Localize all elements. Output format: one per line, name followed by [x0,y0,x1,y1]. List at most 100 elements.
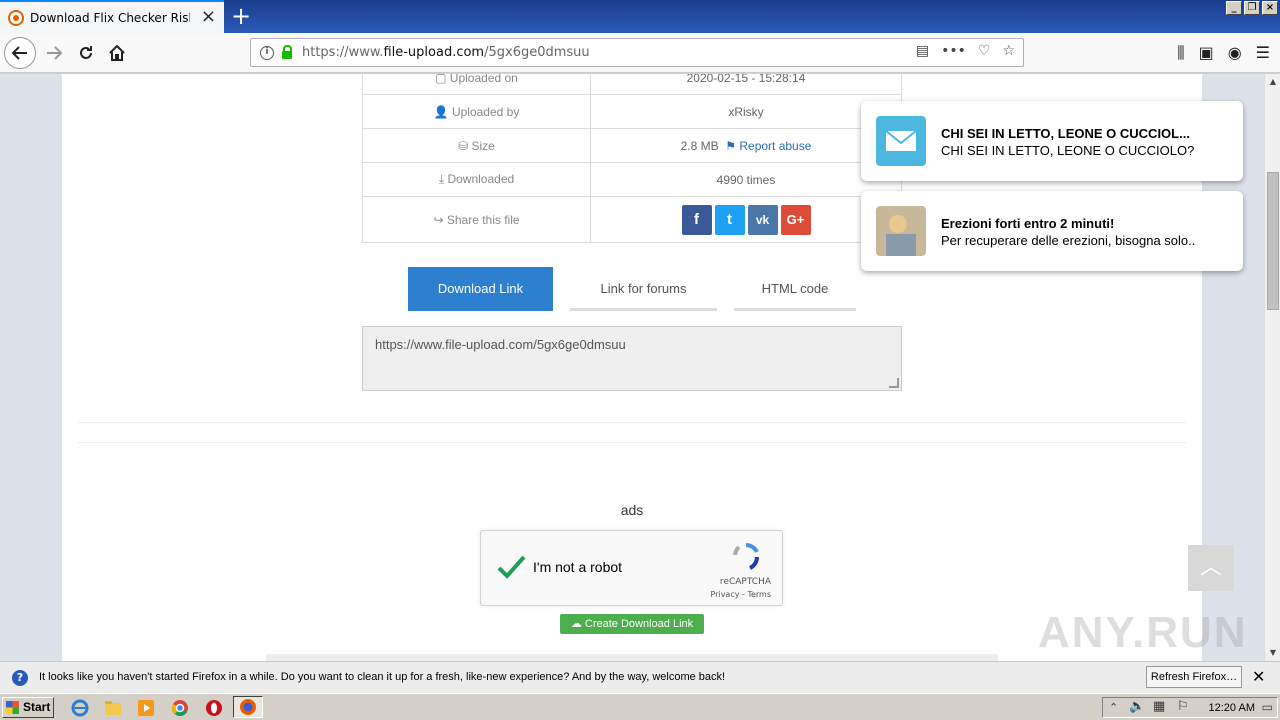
tab-bar: Download Flix Checker Risky rar × + _ ❐ … [0,0,1280,33]
captcha-terms-link[interactable]: Privacy - Terms [711,590,772,599]
report-abuse-link[interactable]: ⚑ Report abuse [725,139,811,153]
forward-button[interactable] [38,37,70,69]
create-download-link-button[interactable]: ☁ Create Download Link [560,614,704,634]
size-value-cell: 2.8 MB ⚑ Report abuse [590,128,902,163]
url-domain: file-upload.com [383,45,485,60]
facebook-share-button[interactable]: f [681,204,712,235]
restore-button[interactable]: ❐ [1244,1,1260,15]
gplus-share-button[interactable]: G+ [780,204,811,235]
uploaded-by-label: 👤 Uploaded by [362,94,591,129]
size-label: ⛁ Size [362,128,591,163]
recaptcha-widget: I'm not a robot reCAPTCHA Privacy - Term… [480,530,783,606]
tab-close-icon[interactable]: × [201,8,216,26]
page-scrollbar[interactable]: ▲ ▼ [1264,74,1280,661]
calendar-icon: ▢ [435,74,450,85]
cloud-download-icon: ☁ [570,618,585,630]
scroll-up-arrow-icon[interactable]: ▲ [1265,74,1280,90]
notification-body: CHI SEI IN LETTO, LEONE O CUCCIOLO? [941,143,1195,158]
show-desktop-icon[interactable]: ▭ [1262,700,1273,714]
scroll-to-top-button[interactable]: ︿ [1188,545,1234,591]
create-download-link-text: Create Download Link [584,618,694,630]
link-textarea[interactable]: https://www.file-upload.com/5gx6ge0dmsuu [362,326,902,391]
chevron-up-icon: ︿ [1199,555,1222,580]
notification-title: Erezioni forti entro 2 minuti! [941,216,1115,231]
push-notification[interactable]: CHI SEI IN LETTO, LEONE O CUCCIOL... CHI… [861,101,1243,181]
chrome-icon[interactable] [170,698,190,718]
uploaded-by-label-text: Uploaded by [451,104,520,119]
clock: 12:20 AM [1208,701,1255,714]
share-icon: ↪ [433,212,447,227]
notification-body: Per recuperare delle erezioni, bisogna s… [941,233,1196,248]
downloaded-label-text: Downloaded [447,172,515,186]
envelope-icon [876,116,926,166]
start-button[interactable]: Start [2,697,54,718]
reader-view-icon[interactable]: ▤ [916,43,929,59]
table-row: ▢ Uploaded on 2020-02-15 - 15:28:14 [362,74,902,95]
downloaded-label: ⤓ Downloaded [362,162,591,197]
opera-icon[interactable] [204,698,224,718]
browser-tab[interactable]: Download Flix Checker Risky rar × [0,0,224,33]
bookmark-star-icon[interactable]: ☆ [1002,43,1015,59]
url-text[interactable]: https://www.file-upload.com/5gx6ge0dmsuu [302,45,590,60]
minimize-button[interactable]: _ [1226,1,1242,15]
hdd-icon: ⛁ [458,138,472,153]
notification-title: CHI SEI IN LETTO, LEONE O CUCCIOL... [941,126,1190,141]
url-actions: ▤ ••• ♡ ☆ [916,43,1015,59]
vk-share-button[interactable]: vk [747,204,778,235]
navigation-bar: i https://www.file-upload.com/5gx6ge0dms… [0,33,1280,73]
address-bar[interactable]: i https://www.file-upload.com/5gx6ge0dms… [250,38,1024,67]
pocket-icon[interactable]: ♡ [978,43,991,59]
question-icon: ? [12,670,28,686]
link-tabs: Download Link Link for forums HTML code [408,267,856,311]
link-textarea-text: https://www.file-upload.com/5gx6ge0dmsuu [375,337,626,352]
table-row: ⤓ Downloaded 4990 times [362,162,902,197]
captcha-brand: reCAPTCHA [719,577,771,587]
anyrun-watermark: ANY.RUN [1038,608,1248,657]
uploader-link[interactable]: xRisky [590,94,902,129]
url-scheme: https://www. [302,45,384,60]
folder-icon[interactable] [103,698,123,718]
size-label-text: Size [471,138,495,153]
scroll-down-arrow-icon[interactable]: ▼ [1265,645,1280,661]
media-player-icon[interactable] [136,698,156,718]
library-icon[interactable]: ⫼ [1177,43,1184,63]
scrollbar-thumb[interactable] [1267,172,1279,310]
new-tab-button[interactable]: + [229,3,253,29]
table-row: ⛁ Size 2.8 MB ⚑ Report abuse [362,128,902,163]
ie-icon[interactable] [70,698,90,718]
flag-icon: ⚑ [725,138,740,153]
tab-link-for-forums[interactable]: Link for forums [570,267,717,311]
tray-expand-icon[interactable]: ⌃ [1109,701,1118,714]
uploaded-on-label-text: Uploaded on [449,74,518,85]
ads-label: ads [620,502,644,518]
table-row: 👤 Uploaded by xRisky [362,94,902,129]
reload-button[interactable] [70,37,102,69]
divider [78,442,1186,443]
account-icon[interactable]: ◉ [1228,43,1242,63]
twitter-share-button[interactable]: t [714,204,745,235]
lock-icon [282,44,292,59]
firefox-taskbar-button[interactable] [233,696,263,718]
refresh-firefox-button[interactable]: Refresh Firefox… [1146,666,1242,688]
firefox-icon [240,699,256,715]
home-button[interactable] [101,37,133,69]
firefox-favicon-icon [8,9,24,26]
action-center-flag-icon[interactable]: ⚐ [1177,699,1189,714]
arrow-right-icon [47,46,63,60]
resize-grip-icon[interactable] [889,378,899,388]
more-actions-icon[interactable]: ••• [941,43,966,59]
close-window-button[interactable]: × [1262,1,1278,15]
site-info-icon[interactable]: i [260,45,274,60]
share-buttons-cell: f t vk G+ [590,196,902,243]
sidebar-icon[interactable]: ▣ [1199,43,1214,63]
back-button[interactable] [4,37,36,69]
network-icon[interactable]: ▦ [1153,699,1165,714]
tab-download-link[interactable]: Download Link [408,267,553,311]
menu-icon[interactable]: ☰ [1256,43,1270,63]
close-notification-icon[interactable]: ✕ [1252,667,1265,686]
volume-icon[interactable]: 🔈 [1129,699,1145,714]
push-notification[interactable]: Erezioni forti entro 2 minuti! Per recup… [861,191,1243,271]
notification-thumbnail-icon [876,206,926,256]
tab-html-code[interactable]: HTML code [734,267,856,311]
checkmark-icon[interactable] [495,551,527,583]
